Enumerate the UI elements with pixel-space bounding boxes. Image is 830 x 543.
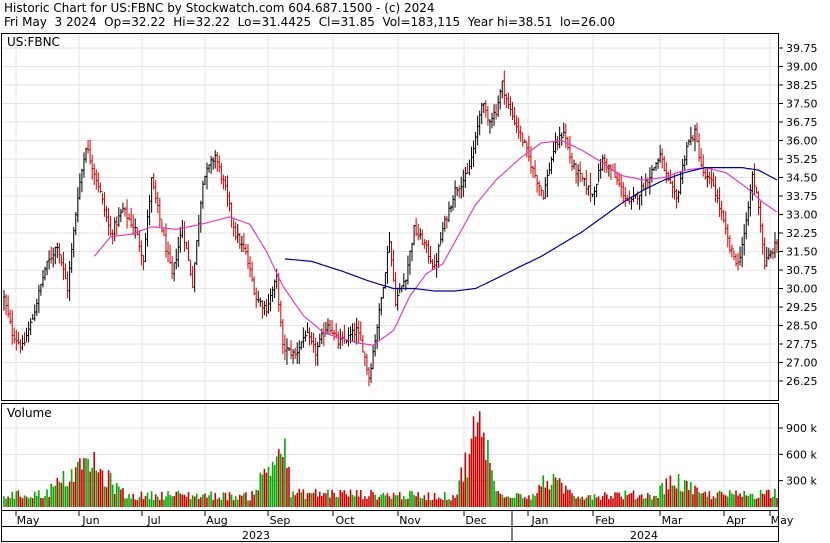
price-tick-label: 36.00	[786, 135, 818, 148]
month-label: Apr	[726, 514, 746, 527]
price-tick-label: 32.25	[786, 227, 818, 240]
price-tick-label: 27.75	[786, 338, 818, 351]
price-tick-label: 29.25	[786, 301, 818, 314]
price-tick-label: 33.00	[786, 209, 818, 222]
volume-bars	[3, 411, 778, 507]
month-label: Oct	[335, 514, 355, 527]
volume-label: Volume	[7, 406, 52, 420]
month-axis: May Jun Jul Aug Sep Oct Nov Dec Jan Feb Mar Apr May	[15, 511, 794, 527]
price-tick-label: 39.75	[786, 42, 818, 55]
month-label: Jan	[531, 514, 549, 527]
price-tick-label: 38.25	[786, 79, 818, 92]
price-tick-label: 30.75	[786, 264, 818, 277]
grid-lines	[2, 34, 778, 510]
month-label: Jun	[81, 514, 99, 527]
price-tick-label: 35.25	[786, 153, 818, 166]
price-tick-label: 28.50	[786, 320, 818, 333]
month-label: Sep	[270, 514, 291, 527]
month-label: Aug	[206, 514, 227, 527]
symbol-label: US:FBNC	[7, 35, 60, 49]
price-tick-label: 39.00	[786, 61, 818, 74]
ma-long-line	[284, 167, 778, 292]
price-tick-label: 34.50	[786, 172, 818, 185]
month-label: Dec	[465, 514, 486, 527]
price-panel-frame	[1, 33, 779, 401]
price-axis: 39.75 39.00 38.25 37.50 36.75 36.00 35.25 34.50…	[778, 42, 818, 388]
month-label: Nov	[399, 514, 421, 527]
volume-tick-label: 900 k	[786, 422, 817, 435]
month-label: May	[771, 514, 794, 527]
price-tick-label: 26.25	[786, 375, 818, 388]
price-tick-label: 31.50	[786, 246, 818, 259]
month-label: May	[17, 514, 40, 527]
volume-axis: 900 k 600 k 300 k	[778, 422, 817, 488]
month-label: Feb	[595, 514, 614, 527]
price-tick-label: 33.75	[786, 190, 818, 203]
price-tick-label: 37.50	[786, 98, 818, 111]
price-bars	[3, 70, 779, 387]
price-tick-label: 36.75	[786, 116, 818, 129]
chart-canvas: 39.75 39.00 38.25 37.50 36.75 36.00 35.25 34.50…	[1, 33, 818, 542]
price-tick-label: 30.00	[786, 283, 818, 296]
volume-tick-label: 300 k	[786, 475, 817, 488]
month-label: Mar	[662, 514, 683, 527]
year-label: 2024	[630, 529, 658, 542]
volume-tick-label: 600 k	[786, 448, 817, 461]
price-tick-label: 27.00	[786, 357, 818, 370]
month-label: Jul	[146, 514, 160, 527]
year-label: 2023	[242, 529, 270, 542]
